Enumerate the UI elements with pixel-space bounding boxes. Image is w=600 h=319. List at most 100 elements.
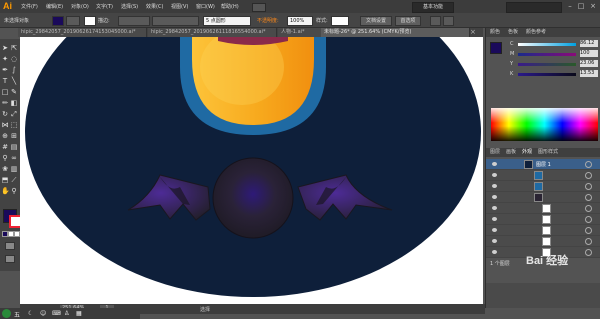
tab-document-3[interactable]: 人物-1.ai* [278,28,322,37]
opacity-field[interactable]: 100% [287,16,313,26]
tab-close-icon[interactable]: × [470,28,476,36]
transform-icon[interactable] [443,16,454,26]
rotate-icon[interactable]: ↻ [1,110,9,118]
align-icon[interactable] [430,16,441,26]
maximize-icon[interactable]: □ [576,2,586,11]
scale-icon[interactable]: ⤢ [10,110,18,118]
menu-object[interactable]: 对象(O) [71,3,89,10]
moon-icon[interactable]: ☾ [28,310,33,317]
layer-row[interactable] [486,181,600,192]
stroke-swatch[interactable] [84,16,96,26]
brush-definition[interactable]: 5 点圆形 [203,16,251,26]
document-setup-button[interactable]: 文档设置 [360,16,392,26]
fill-swatch[interactable] [52,16,64,26]
slider-c-track[interactable] [518,43,576,46]
artboard-canvas[interactable] [20,37,483,304]
tab-document-1[interactable]: hipic_29842057_20190626174153045000.ai* [18,28,147,37]
tab-color-guide[interactable]: 颜色参考 [526,28,546,35]
selection-tool-icon[interactable]: ➤ [1,44,9,52]
slider-m-value[interactable]: 100 [580,50,598,57]
stroke-weight-field[interactable] [118,16,150,26]
color-spectrum[interactable] [491,108,598,141]
line-tool-icon[interactable]: ╲ [10,77,18,85]
tab-layers[interactable]: 图层 [490,148,500,155]
rectangle-tool-icon[interactable]: □ [1,88,9,96]
tab-artboards[interactable]: 画板 [506,148,516,155]
layer-name[interactable]: 图层 1 [536,161,551,168]
target-icon[interactable] [585,227,592,234]
tab-document-2[interactable]: hipic_29842057_20190626111816554000.ai* [148,28,277,37]
symbol-sprayer-icon[interactable]: ❀ [1,165,9,173]
free-transform-icon[interactable]: ⬚ [10,121,18,129]
tab-appearance[interactable]: 外观 [522,148,532,155]
variable-width-profile[interactable] [152,16,199,26]
shirt-icon[interactable]: ♙ [64,310,69,317]
layer-row[interactable] [486,203,600,214]
target-icon[interactable] [585,183,592,190]
eye-icon[interactable] [492,206,497,210]
ime-mode[interactable]: 五 [14,310,20,319]
target-icon[interactable] [585,161,592,168]
lasso-icon[interactable]: ◌ [10,55,18,63]
menu-effect[interactable]: 效果(C) [146,3,163,10]
slider-y-track[interactable] [518,63,576,66]
eye-icon[interactable] [492,228,497,232]
ime-logo-icon[interactable] [2,309,11,318]
paintbrush-icon[interactable]: ✎ [10,88,18,96]
menu-window[interactable]: 窗口(W) [196,3,215,10]
close-icon[interactable]: × [588,2,598,11]
fill-dropdown[interactable] [66,16,80,26]
tab-document-active[interactable]: 未标题-26* @ 251.64% (CMYK/预览) [321,28,470,37]
target-icon[interactable] [585,216,592,223]
minimize-icon[interactable]: – [565,2,575,11]
menu-select[interactable]: 选择(S) [121,3,138,10]
target-icon[interactable] [585,205,592,212]
menu-help[interactable]: 帮助(H) [221,3,239,10]
target-icon[interactable] [585,249,592,256]
pen-tool-icon[interactable]: ✒ [1,66,9,74]
layer-row-main[interactable]: 图层 1 [486,159,600,170]
layer-row[interactable] [486,192,600,203]
eye-icon[interactable] [492,173,497,177]
eye-icon[interactable] [492,184,497,188]
blend-tool-icon[interactable]: ∞ [10,154,18,162]
layer-row[interactable] [486,170,600,181]
gradient-tool-icon[interactable]: ▤ [10,143,18,151]
perspective-grid-icon[interactable]: ⊞ [10,132,18,140]
graph-tool-icon[interactable]: ▥ [10,165,18,173]
type-tool-icon[interactable]: T [1,77,9,85]
tab-color[interactable]: 颜色 [490,28,500,35]
slider-m-track[interactable] [518,53,576,56]
draw-mode-icon[interactable] [5,242,15,250]
screen-mode-icon[interactable] [5,255,15,263]
slice-tool-icon[interactable]: ⟋ [10,176,18,184]
hand-tool-icon[interactable]: ✋ [1,187,10,195]
curvature-tool-icon[interactable]: ∫ [10,66,18,74]
tab-graphic-styles[interactable]: 图形样式 [538,148,558,155]
search-input[interactable] [506,2,562,13]
layer-row[interactable] [486,225,600,236]
preferences-button[interactable]: 首选项 [395,16,421,26]
eyedropper-icon[interactable]: ⚲ [1,154,9,162]
panel-fill-swatch[interactable] [490,42,502,54]
target-icon[interactable] [585,172,592,179]
eye-icon[interactable] [492,250,497,254]
slider-k-value[interactable]: 13.53 [580,70,598,77]
layer-row[interactable] [486,236,600,247]
menu-file[interactable]: 文件(F) [21,3,38,10]
magic-wand-icon[interactable]: ✦ [1,55,9,63]
menu-type[interactable]: 文字(T) [96,3,113,10]
slider-c-value[interactable]: 86.12 [580,40,598,47]
mesh-tool-icon[interactable]: # [1,143,9,151]
smiley-icon[interactable]: ☺ [40,310,46,317]
eraser-icon[interactable]: ◧ [10,99,18,107]
eye-icon[interactable] [492,217,497,221]
slider-k-track[interactable] [518,73,576,76]
slider-y-value[interactable]: 23.06 [580,60,598,67]
target-icon[interactable] [585,194,592,201]
target-icon[interactable] [585,238,592,245]
opacity-label[interactable]: 不透明度: [257,17,279,24]
style-swatch[interactable] [331,16,349,26]
keyboard-icon[interactable]: ⌨ [52,310,61,317]
zoom-tool-icon[interactable]: ⚲ [10,187,18,195]
